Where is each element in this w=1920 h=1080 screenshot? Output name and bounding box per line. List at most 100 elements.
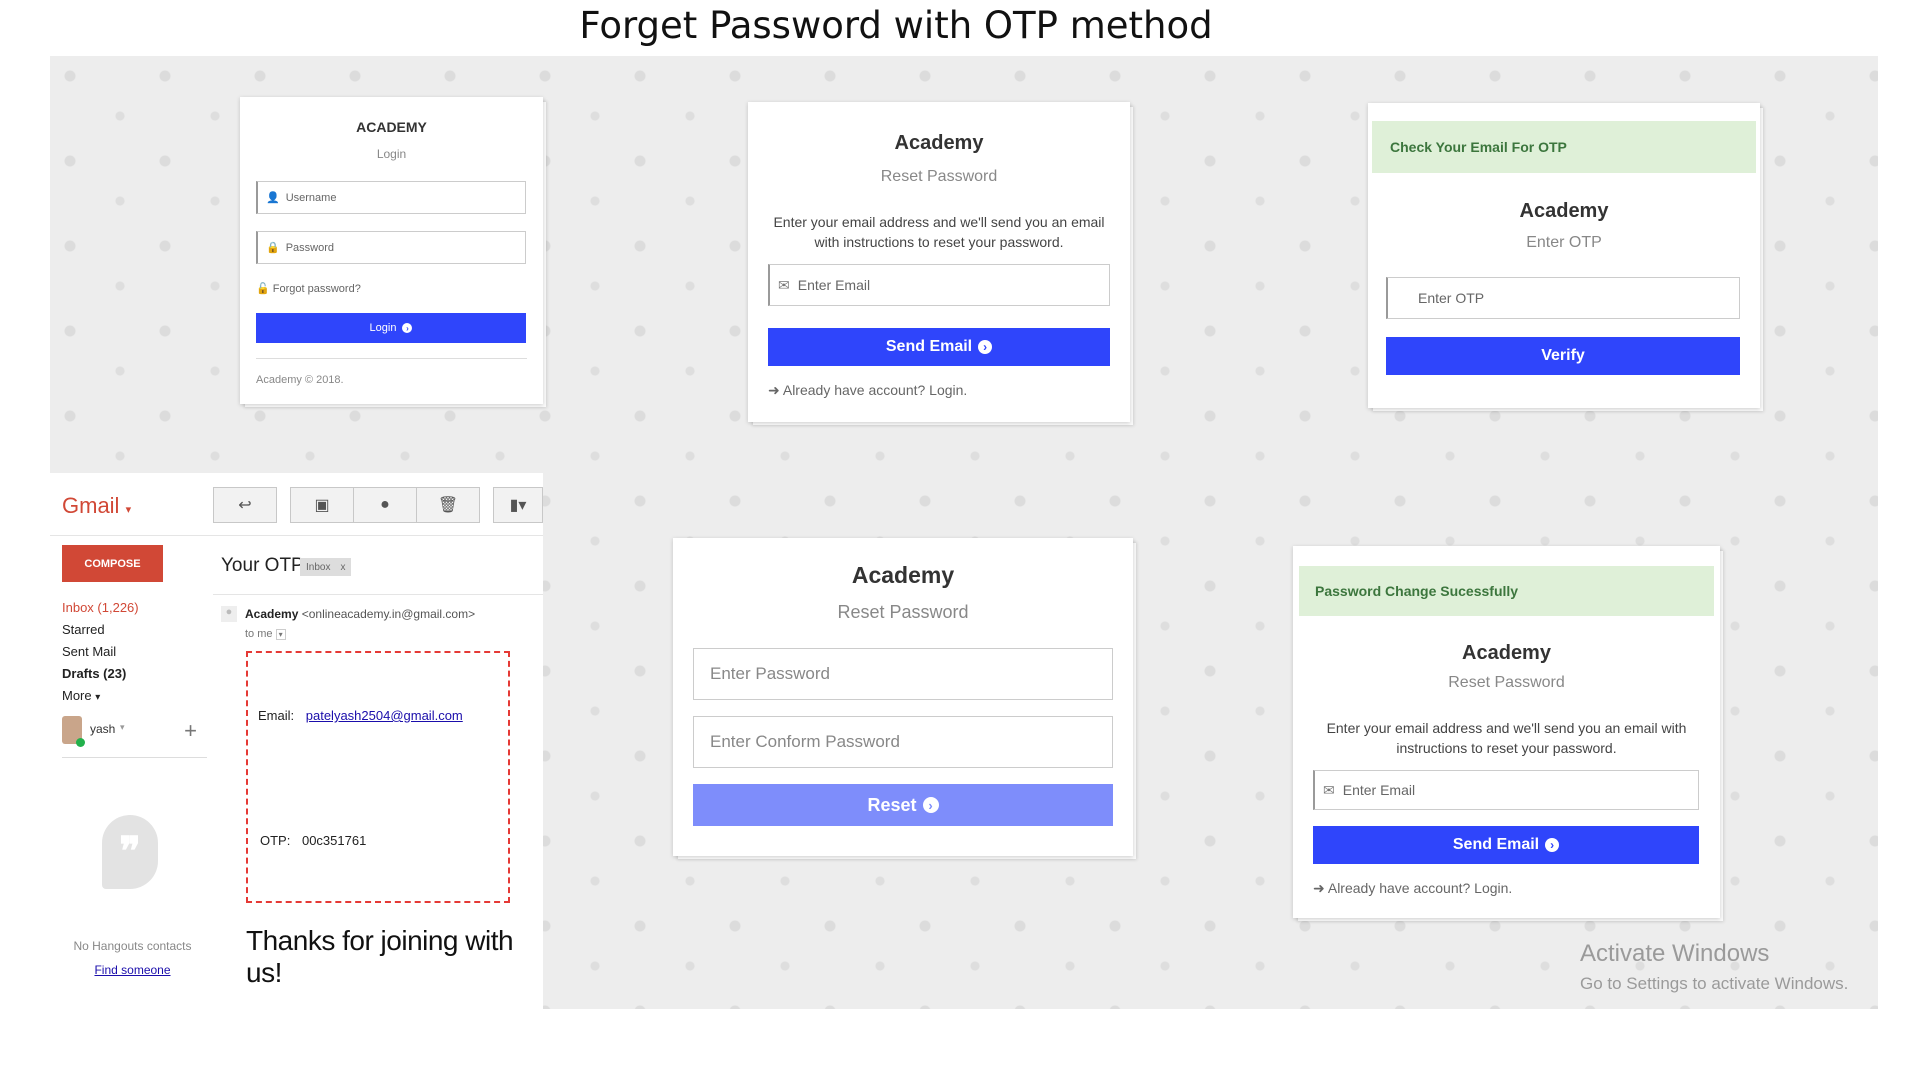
folder-more[interactable]: More ▾	[62, 685, 139, 709]
send-email-label: Send Email	[885, 338, 973, 355]
arrow-right-icon: ›	[922, 797, 939, 813]
archive-button[interactable]: ▣	[290, 487, 354, 523]
success-send-email-label: Send Email	[1452, 836, 1540, 853]
otp-card: Check Your Email For OTP Academy Enter O…	[1368, 103, 1760, 408]
reset-email-subtitle: Reset Password	[880, 168, 998, 185]
otp-message-box: Email: patelyash2504@gmail.com OTP: 00c3…	[246, 651, 510, 903]
otp-value: 00c351761	[301, 833, 367, 848]
sign-in-icon: ➜	[768, 382, 780, 398]
sender-email: <onlineacademy.in@gmail.com>	[301, 607, 476, 621]
sender-avatar-icon: ●	[221, 606, 237, 622]
to-me-label: to me	[245, 628, 273, 640]
success-subtitle: Reset Password	[1448, 674, 1565, 691]
confirm-password-placeholder: Enter Conform Password	[710, 732, 900, 751]
email-field[interactable]: ✉ Enter Email	[768, 264, 1110, 306]
report-spam-button[interactable]: ●	[353, 487, 417, 523]
user-icon: 👤	[266, 192, 280, 204]
move-to-button[interactable]: ▮▾	[493, 487, 543, 523]
archive-icon: ▣	[314, 497, 330, 514]
subject-divider	[213, 594, 543, 595]
folder-inbox[interactable]: Inbox (1,226)	[62, 597, 139, 619]
verify-button[interactable]: Verify	[1386, 337, 1740, 375]
activation-title: Activate Windows	[1580, 940, 1770, 967]
success-login-link-label: Already have account? Login.	[1327, 880, 1513, 896]
inbox-chip-label: Inbox	[306, 561, 331, 573]
arrow-right-icon: ›	[402, 323, 413, 333]
inbox-label-chip[interactable]: Inbox x	[300, 558, 352, 576]
plus-icon[interactable]: +	[184, 718, 197, 744]
login-subtitle: Login	[376, 147, 407, 161]
online-status-dot	[76, 738, 85, 747]
find-someone-link[interactable]: Find someone	[60, 963, 205, 977]
email-placeholder: Enter Email	[797, 277, 871, 293]
envelope-icon: ✉	[778, 276, 790, 293]
page-heading: Forget Password with OTP method	[579, 4, 1213, 47]
new-password-field[interactable]: Enter Password	[693, 648, 1113, 700]
hangouts-empty-text: No Hangouts contacts	[73, 939, 192, 953]
otp-title: Academy	[1519, 200, 1609, 222]
success-send-email-button[interactable]: Send Email ›	[1313, 826, 1699, 864]
success-description: Enter your email address and we'll send …	[1326, 720, 1687, 756]
folder-starred[interactable]: Starred	[62, 619, 139, 641]
caret-down-icon: ▾	[95, 692, 101, 703]
reset-email-description: Enter your email address and we'll send …	[773, 214, 1105, 250]
new-password-placeholder: Enter Password	[710, 664, 830, 683]
delete-button[interactable]: 🗑	[416, 487, 480, 523]
gmail-logo-text: Gmail	[62, 493, 120, 518]
sender-name: Academy	[245, 607, 299, 621]
send-email-button[interactable]: Send Email ›	[768, 328, 1110, 366]
compose-label: COMPOSE	[84, 557, 141, 570]
folder-drafts[interactable]: Drafts (23)	[62, 663, 139, 685]
forgot-password-label: Forgot password?	[272, 283, 361, 295]
folder-icon: ▮▾	[509, 497, 527, 514]
email-value-link[interactable]: patelyash2504@gmail.com	[306, 708, 463, 723]
confirm-password-field[interactable]: Enter Conform Password	[693, 716, 1113, 768]
lock-icon: 🔒	[266, 242, 280, 254]
activation-subtitle: Go to Settings to activate Windows.	[1580, 974, 1849, 993]
new-password-title: Academy	[851, 562, 955, 588]
hangouts-quote-icon: ❞	[102, 815, 158, 889]
reset-label: Reset	[867, 794, 917, 815]
success-email-field[interactable]: ✉ Enter Email	[1313, 770, 1699, 810]
envelope-icon: ✉	[1323, 781, 1335, 798]
forgot-password-link[interactable]: 🔓 Forgot password?	[256, 282, 361, 295]
user-name: yash	[90, 722, 116, 736]
compose-button[interactable]: COMPOSE	[62, 545, 163, 582]
otp-placeholder: Enter OTP	[1418, 290, 1485, 306]
login-footer: Academy © 2018.	[256, 374, 344, 386]
sign-in-icon: ➜	[1313, 880, 1325, 896]
password-field[interactable]: 🔒 Password	[256, 231, 526, 264]
new-password-card: Academy Reset Password Enter Password En…	[673, 538, 1133, 856]
back-button[interactable]: ↩	[213, 487, 277, 523]
user-row[interactable]: yash ▾ +	[62, 716, 197, 748]
success-title: Academy	[1462, 642, 1551, 664]
success-alert: Password Change Sucessfully	[1299, 566, 1714, 616]
login-link[interactable]: ➜ Already have account? Login.	[768, 382, 967, 399]
arrow-right-icon: ›	[978, 340, 993, 354]
spam-icon: ●	[380, 496, 390, 513]
thanks-message: Thanks for joining with us!	[246, 925, 514, 988]
new-password-subtitle: Reset Password	[837, 602, 969, 622]
success-card: Password Change Sucessfully Academy Rese…	[1293, 546, 1720, 918]
folder-more-label: More	[62, 688, 92, 703]
lock-icon: 🔓	[256, 283, 270, 295]
username-field[interactable]: 👤 Username	[256, 181, 526, 214]
folder-sent[interactable]: Sent Mail	[62, 641, 139, 663]
reply-arrow-icon: ↩	[238, 497, 252, 514]
success-login-link[interactable]: ➜ Already have account? Login.	[1313, 880, 1512, 897]
login-card: ACADEMY Login 👤 Username 🔒 Password 🔓 Fo…	[240, 97, 543, 404]
recipient-toggle[interactable]: to me ▾	[245, 628, 286, 640]
gmail-logo[interactable]: Gmail ▾	[62, 493, 131, 519]
caret-down-icon: ▾	[275, 629, 286, 640]
otp-label: OTP:	[260, 833, 291, 848]
login-button-label: Login	[369, 322, 397, 334]
chip-close[interactable]: x	[340, 562, 345, 573]
reset-email-title: Academy	[894, 132, 984, 154]
reset-button[interactable]: Reset ›	[693, 784, 1113, 826]
login-button[interactable]: Login ›	[256, 313, 526, 343]
email-label: Email:	[258, 708, 295, 723]
otp-field[interactable]: Enter OTP	[1386, 277, 1740, 319]
success-email-placeholder: Enter Email	[1342, 782, 1416, 798]
username-placeholder: Username	[285, 191, 337, 204]
arrow-right-icon: ›	[1545, 838, 1560, 852]
